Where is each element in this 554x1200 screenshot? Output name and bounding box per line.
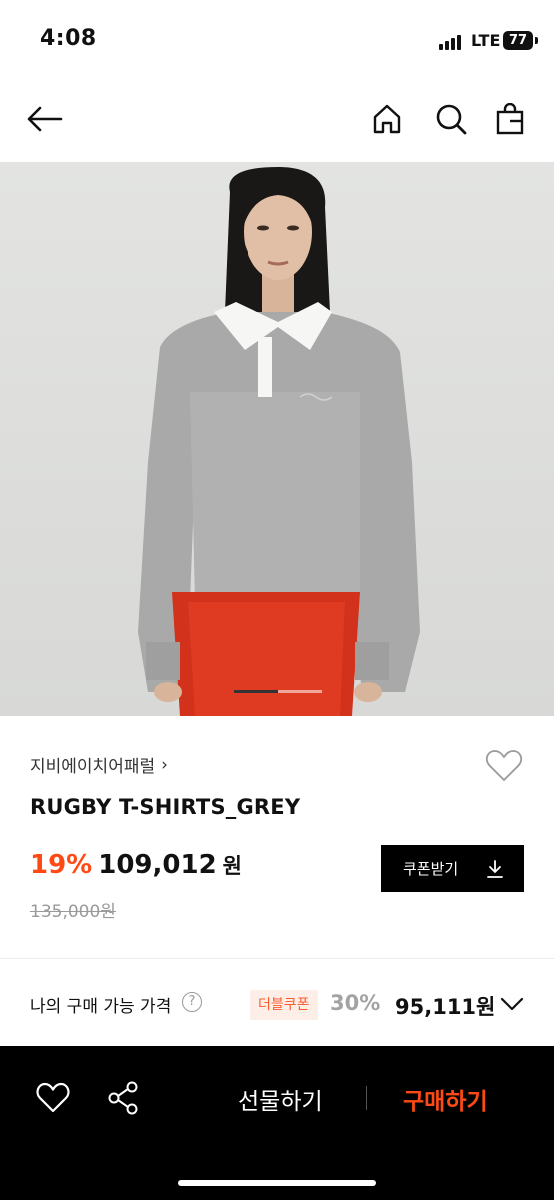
like-button[interactable] xyxy=(484,746,524,786)
carousel-pager-active xyxy=(234,690,278,693)
price-unit: 원 xyxy=(222,854,242,878)
sale-price: 109,012 xyxy=(98,850,217,880)
brand-name: 지비에이치어패럴 xyxy=(30,757,156,777)
carousel-pager xyxy=(234,690,322,693)
product-image-carousel[interactable] xyxy=(0,162,554,716)
get-coupon-button[interactable]: 쿠폰받기 xyxy=(381,845,524,892)
chevron-right-icon: › xyxy=(161,754,168,775)
my-discount-rate: 30% xyxy=(330,991,381,1015)
share-button[interactable] xyxy=(106,1080,142,1116)
bottom-like-button[interactable] xyxy=(35,1080,71,1116)
home-icon xyxy=(373,104,401,134)
shopping-bag-icon xyxy=(496,103,524,135)
product-photo xyxy=(138,167,420,716)
original-price: 135,000원 xyxy=(30,902,116,922)
price-row: 19% 109,012 원 xyxy=(30,850,242,880)
back-button[interactable] xyxy=(24,98,66,140)
bottom-action-bar: 선물하기 구매하기 xyxy=(0,1046,554,1200)
search-icon xyxy=(436,104,467,135)
buy-button[interactable]: 구매하기 xyxy=(403,1082,488,1116)
back-arrow-icon xyxy=(27,106,63,132)
my-price-label: 나의 구매 가능 가격 xyxy=(30,997,172,1017)
chevron-down-icon[interactable] xyxy=(500,996,524,1012)
home-indicator xyxy=(178,1180,376,1186)
share-icon xyxy=(108,1081,138,1115)
section-divider xyxy=(0,958,554,959)
discount-rate: 19% xyxy=(30,850,93,880)
double-coupon-badge: 더블쿠폰 xyxy=(250,990,318,1020)
my-price-value: 95,111원 xyxy=(395,995,496,1019)
bottom-separator xyxy=(366,1086,367,1110)
my-price-row[interactable]: 나의 구매 가능 가격 ? 더블쿠폰 30% 95,111원 xyxy=(0,960,554,1046)
search-button[interactable] xyxy=(430,98,472,140)
signal-icon xyxy=(439,34,465,50)
status-bar: 4:08 LTE 77 xyxy=(0,0,554,80)
home-button[interactable] xyxy=(366,98,408,140)
product-title: RUGBY T-SHIRTS_GREY xyxy=(30,795,301,819)
gift-button[interactable]: 선물하기 xyxy=(238,1082,323,1116)
help-icon[interactable]: ? xyxy=(182,992,202,1012)
battery-icon: 77 xyxy=(503,31,533,50)
brand-link[interactable]: 지비에이치어패럴 › xyxy=(30,752,168,778)
nav-bar xyxy=(0,80,554,162)
heart-icon xyxy=(36,1082,70,1113)
coupon-button-label: 쿠폰받기 xyxy=(403,860,459,878)
heart-icon xyxy=(485,750,523,781)
cart-button[interactable] xyxy=(489,98,531,140)
status-time: 4:08 xyxy=(40,26,97,51)
battery-tip xyxy=(535,37,538,44)
network-type: LTE xyxy=(471,31,501,50)
download-icon xyxy=(487,859,503,878)
